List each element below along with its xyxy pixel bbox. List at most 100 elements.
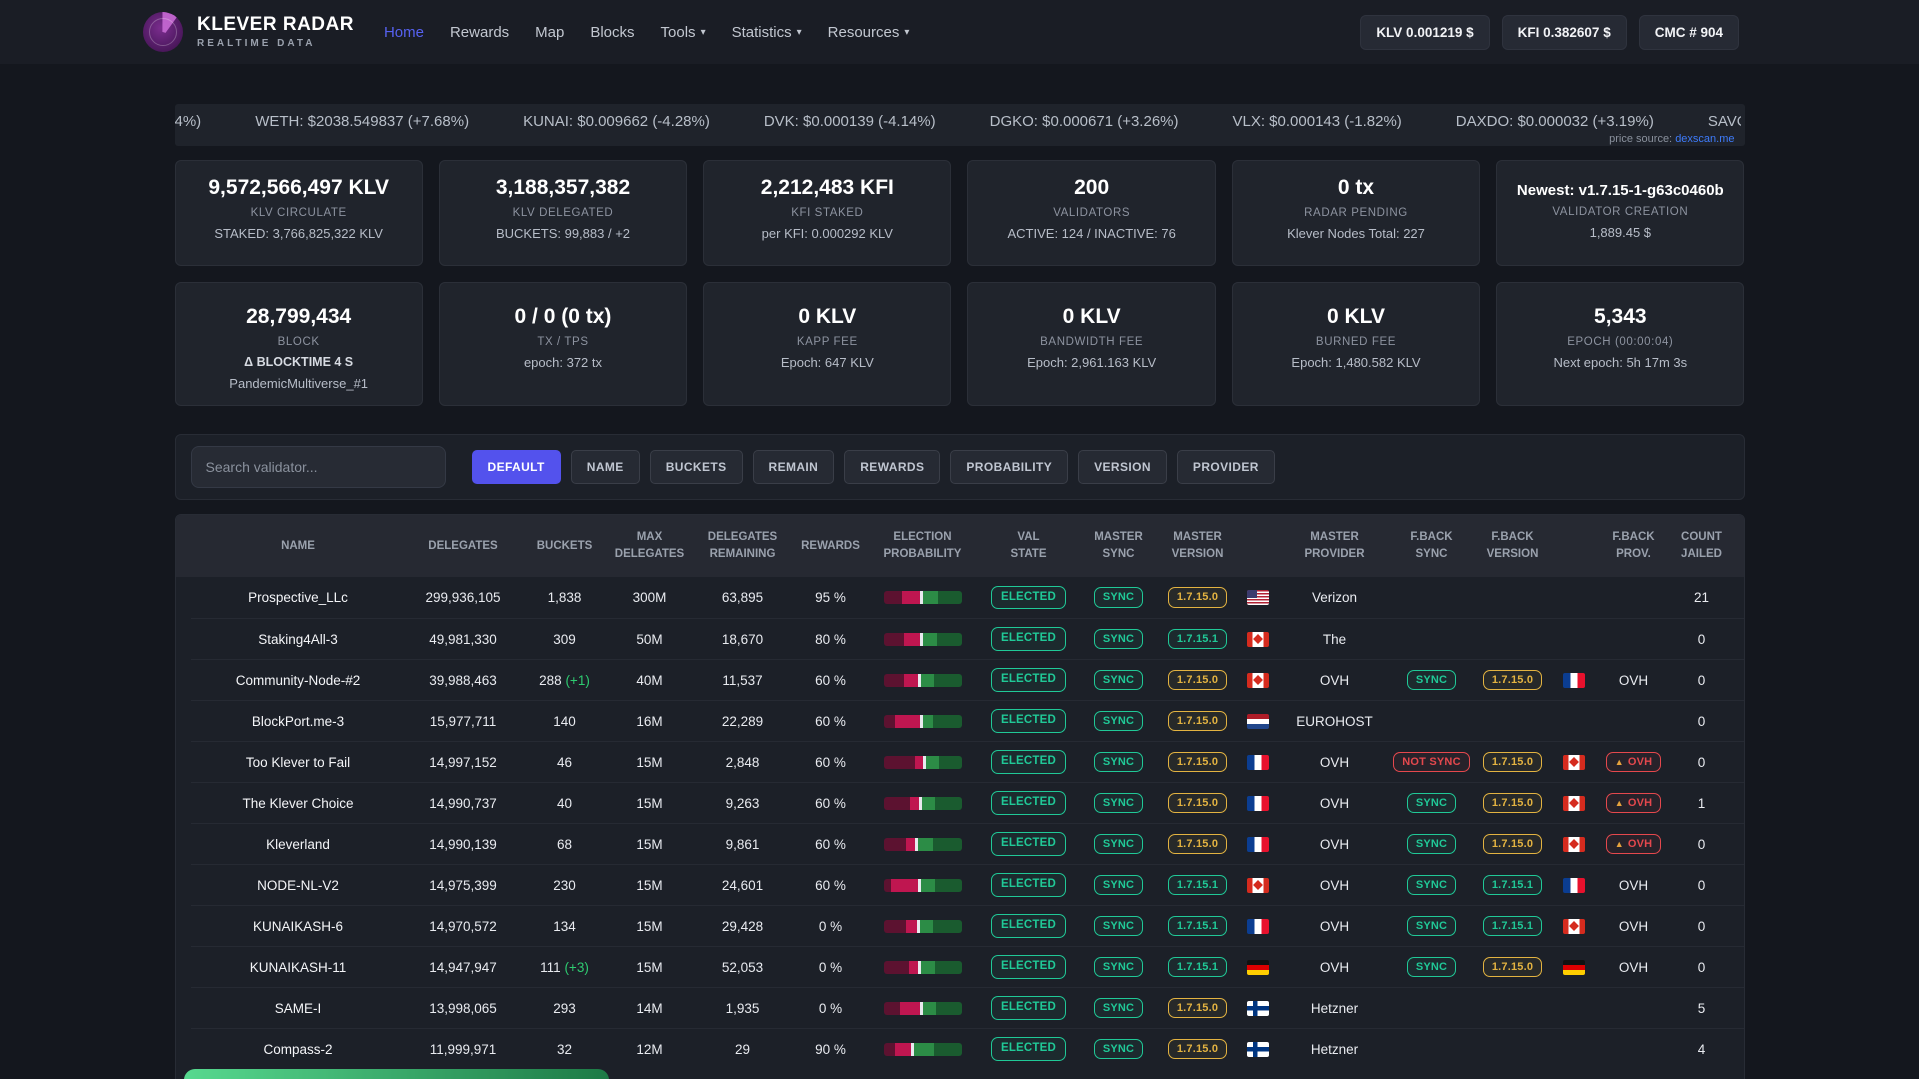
delegates-value: 49,981,330 bbox=[406, 632, 521, 647]
stat-sub: Epoch: 1,480.582 KLV bbox=[1241, 355, 1471, 370]
table-row[interactable]: BlockPort.me-315,977,71114016M22,28960 %… bbox=[191, 700, 1744, 741]
column-header-name: NAME bbox=[191, 538, 406, 555]
filter-version[interactable]: VERSION bbox=[1078, 450, 1167, 484]
table-row[interactable]: KUNAIKASH-614,970,57213415M29,4280 %ELEC… bbox=[191, 905, 1744, 946]
master-version-badge: 1.7.15.1 bbox=[1168, 875, 1227, 896]
filter-buckets[interactable]: BUCKETS bbox=[650, 450, 743, 484]
master-provider: Hetzner bbox=[1279, 1042, 1391, 1057]
nav-link-label: Tools bbox=[661, 24, 696, 41]
delegates-value: 14,970,572 bbox=[406, 919, 521, 934]
validator-name: Staking4All-3 bbox=[191, 632, 406, 647]
filter-probability[interactable]: PROBABILITY bbox=[950, 450, 1068, 484]
election-probability-cell bbox=[867, 633, 979, 646]
val-state-badge: ELECTED bbox=[991, 832, 1066, 856]
table-row[interactable]: Compass-211,999,9713212M2990 %ELECTEDSYN… bbox=[191, 1028, 1744, 1069]
nav-link-blocks[interactable]: Blocks bbox=[590, 24, 634, 41]
val-state-badge: ELECTED bbox=[991, 586, 1066, 610]
filter-rewards[interactable]: REWARDS bbox=[844, 450, 940, 484]
fback-version-badge: 1.7.15.1 bbox=[1483, 916, 1542, 937]
brand[interactable]: KLEVER RADAR REALTIME DATA bbox=[143, 12, 354, 52]
stat-cards-row-1: 9,572,566,497 KLVKLV CIRCULATESTAKED: 3,… bbox=[175, 160, 1745, 266]
price-badge-cmc[interactable]: CMC # 904 bbox=[1639, 15, 1739, 50]
delegates-remaining-value: 18,670 bbox=[691, 632, 795, 647]
stat-cards-row-2: 28,799,434BLOCKΔ BLOCKTIME 4 SPandemicMu… bbox=[175, 282, 1745, 406]
fr-flag-icon bbox=[1563, 673, 1585, 688]
master-flag-cell bbox=[1237, 672, 1279, 688]
master-version-badge: 1.7.15.0 bbox=[1168, 711, 1227, 732]
fback-sync-badge: SYNC bbox=[1407, 957, 1456, 978]
table-row[interactable]: Too Klever to Fail14,997,1524615M2,84860… bbox=[191, 741, 1744, 782]
table-row[interactable]: Community-Node-#239,988,463288 (+1)40M11… bbox=[191, 659, 1744, 700]
fback-version-badge-cell: 1.7.15.1 bbox=[1473, 875, 1553, 896]
fback-version-badge-cell: 1.7.15.1 bbox=[1473, 916, 1553, 937]
fback-sync-badge: SYNC bbox=[1407, 670, 1456, 691]
master-provider: OVH bbox=[1279, 878, 1391, 893]
election-probability-cell bbox=[867, 674, 979, 687]
table-row[interactable]: SAME-I13,998,06529314M1,9350 %ELECTEDSYN… bbox=[191, 987, 1744, 1028]
fback-sync-badge: SYNC bbox=[1407, 834, 1456, 855]
nav-link-tools[interactable]: Tools▾ bbox=[661, 24, 706, 41]
rewards-value: 0 % bbox=[795, 919, 867, 934]
fback-sync-badge: SYNC bbox=[1407, 875, 1456, 896]
delegates-remaining-value: 29 bbox=[691, 1042, 795, 1057]
table-row[interactable]: Staking4All-349,981,33030950M18,67080 %E… bbox=[191, 618, 1744, 659]
fback-provider-warn-badge: ▲OVH bbox=[1606, 834, 1662, 855]
table-header: NAMEDELEGATESBUCKETSMAXDELEGATESDELEGATE… bbox=[176, 515, 1744, 577]
filter-provider[interactable]: PROVIDER bbox=[1177, 450, 1275, 484]
nav-link-statistics[interactable]: Statistics▾ bbox=[732, 24, 802, 41]
stat-card-tx-tps: 0 / 0 (0 tx)TX / TPSepoch: 372 tx bbox=[439, 282, 687, 406]
election-probability-cell bbox=[867, 1002, 979, 1015]
fback-version-badge-cell: 1.7.15.0 bbox=[1473, 834, 1553, 855]
fback-version-badge-cell: 1.7.15.0 bbox=[1473, 793, 1553, 814]
sort-filter-buttons: DEFAULT NAME BUCKETS REMAIN REWARDS PROBABILI… bbox=[472, 450, 1275, 484]
stat-label: KLV DELEGATED bbox=[448, 207, 678, 219]
price-source-link[interactable]: dexscan.me bbox=[1675, 133, 1734, 145]
table-row[interactable]: NODE-NL-V214,975,39923015M24,60160 %ELEC… bbox=[191, 864, 1744, 905]
stat-value: 0 KLV bbox=[712, 305, 942, 329]
master-sync-badge-cell: SYNC bbox=[1079, 793, 1159, 814]
table-row[interactable]: Kleverland14,990,1396815M9,86160 %ELECTE… bbox=[191, 823, 1744, 864]
ticker-item: SAVO: $ bbox=[1708, 113, 1741, 130]
search-input[interactable] bbox=[191, 446, 446, 488]
column-header-delegates-remaining: DELEGATESREMAINING bbox=[691, 529, 795, 562]
delegates-remaining-value: 11,537 bbox=[691, 673, 795, 688]
rewards-value: 0 % bbox=[795, 1001, 867, 1016]
fr-flag-icon bbox=[1247, 919, 1269, 934]
ticker-item: VLX: $0.000143 (-1.82%) bbox=[1233, 113, 1402, 130]
nav-link-home[interactable]: Home bbox=[384, 24, 424, 41]
klever-radar-logo-icon[interactable] bbox=[143, 12, 183, 52]
table-row[interactable]: Prospective_LLc299,936,1051,838300M63,89… bbox=[191, 577, 1744, 618]
filter-remain[interactable]: REMAIN bbox=[753, 450, 835, 484]
count-jailed-value: 0 bbox=[1673, 755, 1731, 770]
stat-sub: BUCKETS: 99,883 / +2 bbox=[448, 226, 678, 241]
filter-default[interactable]: DEFAULT bbox=[472, 450, 561, 484]
master-sync-badge-cell: SYNC bbox=[1079, 711, 1159, 732]
master-version-badge: 1.7.15.1 bbox=[1168, 916, 1227, 937]
price-badge-klv[interactable]: KLV 0.001219 $ bbox=[1360, 15, 1489, 50]
nav-link-resources[interactable]: Resources▾ bbox=[828, 24, 910, 41]
stat-sub: per KFI: 0.000292 KLV bbox=[712, 226, 942, 241]
ticker-item: KUNAI: $0.009662 (-4.28%) bbox=[523, 113, 710, 130]
table-row[interactable]: The Klever Choice14,990,7374015M9,26360 … bbox=[191, 782, 1744, 823]
delegates-value: 14,947,947 bbox=[406, 960, 521, 975]
master-provider: Hetzner bbox=[1279, 1001, 1391, 1016]
master-sync-badge: SYNC bbox=[1094, 629, 1143, 650]
val-state-badge-cell: ELECTED bbox=[979, 750, 1079, 774]
fback-flag-cell bbox=[1553, 672, 1595, 688]
nav-link-rewards[interactable]: Rewards bbox=[450, 24, 509, 41]
delegates-value: 299,936,105 bbox=[406, 590, 521, 605]
stat-label: BLOCK bbox=[184, 336, 414, 348]
master-flag-cell bbox=[1237, 836, 1279, 852]
fback-sync-badge-cell: SYNC bbox=[1391, 957, 1473, 978]
delegates-value: 14,997,152 bbox=[406, 755, 521, 770]
val-state-badge-cell: ELECTED bbox=[979, 955, 1079, 979]
master-sync-badge-cell: SYNC bbox=[1079, 752, 1159, 773]
table-row[interactable]: KUNAIKASH-1114,947,947111 (+3)15M52,0530… bbox=[191, 946, 1744, 987]
nav-link-map[interactable]: Map bbox=[535, 24, 564, 41]
fback-version-badge: 1.7.15.1 bbox=[1483, 875, 1542, 896]
election-probability-bar bbox=[884, 1002, 962, 1015]
val-state-badge-cell: ELECTED bbox=[979, 914, 1079, 938]
election-probability-bar bbox=[884, 1043, 962, 1056]
price-badge-kfi[interactable]: KFI 0.382607 $ bbox=[1502, 15, 1627, 50]
filter-name[interactable]: NAME bbox=[571, 450, 640, 484]
